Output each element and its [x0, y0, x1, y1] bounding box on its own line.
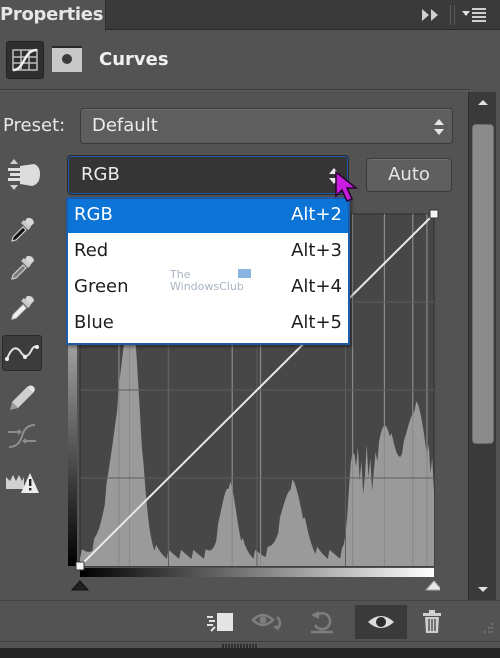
draw-pencil-tool[interactable]: [2, 380, 42, 416]
menu-item-blue[interactable]: Blue Alt+5: [68, 307, 348, 341]
mouse-cursor-icon: [335, 170, 359, 202]
menu-item-rgb[interactable]: RGB Alt+2: [68, 199, 348, 233]
auto-button[interactable]: Auto: [366, 158, 452, 192]
curve-control-point[interactable]: [75, 561, 85, 571]
channel-select[interactable]: RGB: [68, 156, 348, 194]
black-point-eyedropper[interactable]: [2, 212, 42, 248]
hand-updown-icon: [8, 159, 40, 190]
updown-arrows-icon: [434, 119, 444, 135]
menu-item-shortcut: Alt+3: [291, 240, 342, 261]
panel-titlebar: Properties: [0, 0, 500, 31]
menu-item-label: Green: [74, 276, 129, 297]
white-point-slider[interactable]: [424, 580, 440, 591]
eye-icon: [368, 616, 394, 628]
eye-cycle-icon: [251, 613, 282, 631]
resize-grip-icon[interactable]: [478, 621, 494, 635]
menu-item-label: Red: [74, 240, 109, 261]
preset-value: Default: [92, 115, 158, 136]
adjustment-title: Curves: [99, 49, 169, 70]
view-previous-state-button[interactable]: [246, 605, 290, 639]
eyedropper-white-icon: [11, 295, 34, 320]
bottom-strip: [0, 648, 500, 658]
layer-mask-icon[interactable]: [52, 46, 82, 72]
toggle-visibility-button[interactable]: [355, 605, 407, 639]
eyedropper-black-icon: [11, 217, 34, 242]
preset-label: Preset:: [3, 115, 66, 136]
smooth-curve-tool[interactable]: [2, 418, 42, 454]
watermark-line2: WindowsClub: [170, 280, 244, 293]
menu-item-shortcut: Alt+4: [291, 276, 342, 297]
clip-to-layer-button[interactable]: [198, 605, 242, 639]
clip-layer-icon: [207, 613, 233, 632]
white-point-eyedropper[interactable]: [2, 290, 42, 326]
trash-icon: [423, 610, 441, 633]
scroll-up-arrow-icon[interactable]: [478, 100, 488, 105]
channel-value: RGB: [81, 164, 120, 185]
menu-item-shortcut: Alt+2: [291, 204, 342, 225]
watermark-logo-icon: [238, 269, 251, 278]
scroll-thumb[interactable]: [472, 124, 494, 444]
vertical-scrollbar[interactable]: [468, 92, 496, 600]
curve-points-icon: [5, 345, 39, 361]
input-gradient-bar: [80, 568, 434, 577]
on-image-adjust-tool[interactable]: [4, 157, 44, 193]
curve-control-point[interactable]: [429, 209, 439, 219]
gray-point-eyedropper[interactable]: [2, 250, 42, 286]
reset-icon: [311, 611, 333, 634]
curves-adjustment-icon[interactable]: [6, 41, 44, 79]
tab-properties[interactable]: Properties: [0, 0, 106, 31]
delete-adjustment-button[interactable]: [410, 605, 454, 639]
bottom-toolbar: [0, 600, 500, 642]
tab-label: Properties: [0, 4, 104, 25]
watermark: The WindowsClub: [170, 269, 244, 293]
eyedropper-gray-icon: [11, 255, 34, 280]
smooth-icon: [8, 424, 36, 448]
menu-item-label: RGB: [74, 204, 113, 225]
black-point-slider[interactable]: [70, 580, 90, 591]
menu-item-shortcut: Alt+5: [291, 312, 342, 333]
collapse-icon[interactable]: [420, 8, 442, 22]
menu-item-red[interactable]: Red Alt+3: [68, 235, 348, 269]
pencil-icon: [10, 385, 35, 410]
panel-menu-icon[interactable]: [460, 7, 488, 23]
header-divider: [0, 89, 470, 91]
preset-select[interactable]: Default: [80, 108, 453, 144]
reset-button[interactable]: [300, 605, 344, 639]
channel-dropdown-menu: RGB Alt+2 Red Alt+3 Green Alt+4 Blue Alt…: [66, 197, 350, 345]
crown-warning-icon: [6, 473, 39, 493]
properties-panel: Properties Curves Preset: Default RGB Au…: [0, 0, 500, 658]
titlebar-separator: [450, 5, 455, 25]
menu-item-label: Blue: [74, 312, 114, 333]
edit-points-tool[interactable]: [2, 335, 42, 371]
clipping-warning[interactable]: [2, 464, 42, 500]
scroll-down-arrow-icon[interactable]: [478, 587, 488, 592]
